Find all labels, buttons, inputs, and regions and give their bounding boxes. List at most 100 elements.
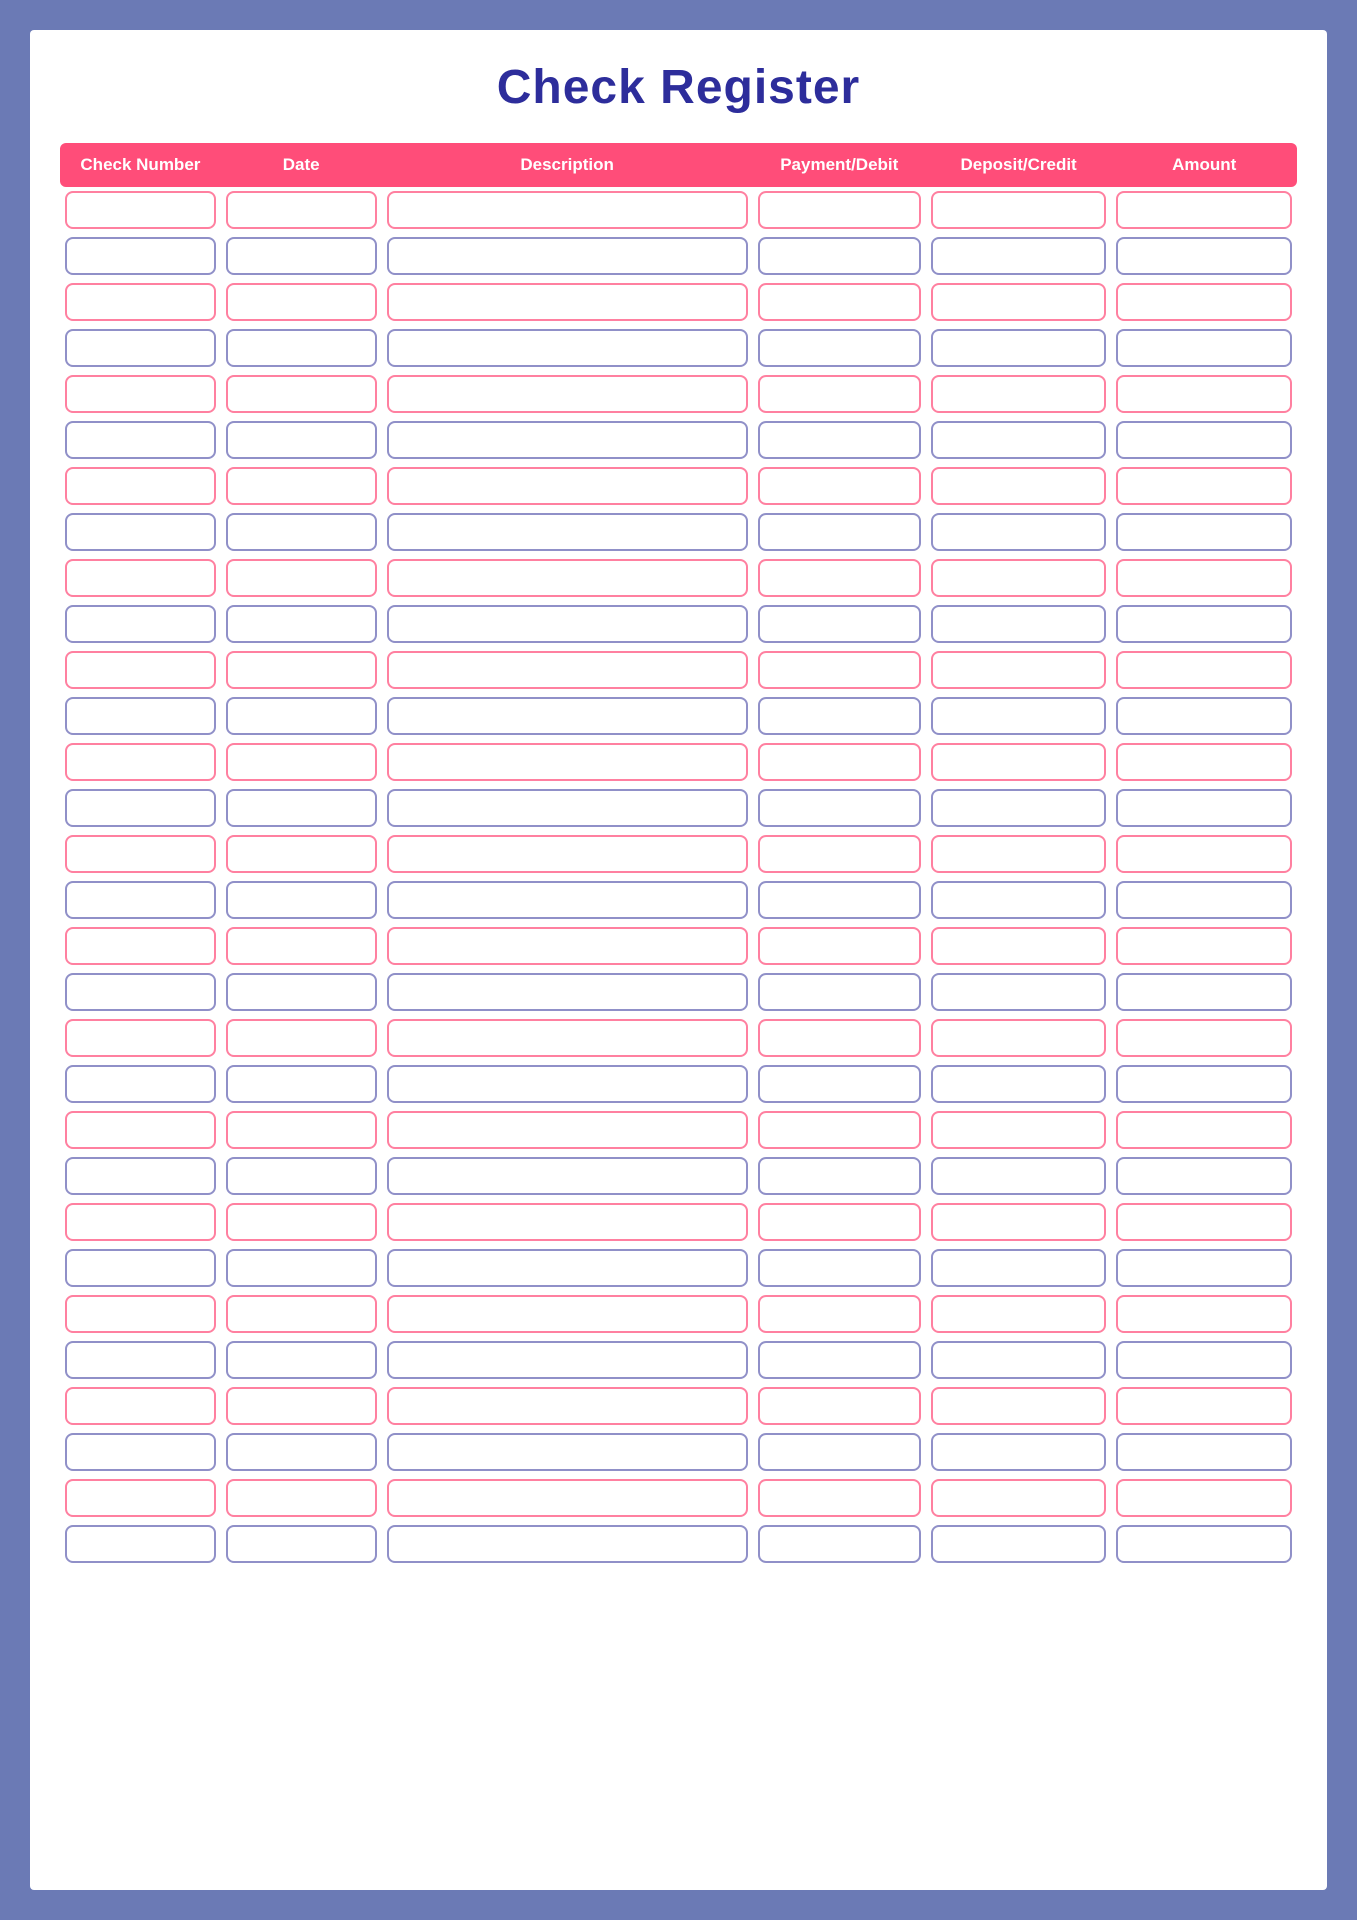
input-date[interactable] <box>226 329 377 367</box>
input-check-number[interactable] <box>65 605 216 643</box>
input-description[interactable] <box>387 421 748 459</box>
input-check-number[interactable] <box>65 927 216 965</box>
input-date[interactable] <box>226 421 377 459</box>
input-description[interactable] <box>387 789 748 827</box>
input-description[interactable] <box>387 881 748 919</box>
input-date[interactable] <box>226 375 377 413</box>
input-check-number[interactable] <box>65 789 216 827</box>
input-check-number[interactable] <box>65 743 216 781</box>
input-check-number[interactable] <box>65 513 216 551</box>
input-amount[interactable] <box>1116 559 1292 597</box>
input-deposit-credit[interactable] <box>931 1065 1107 1103</box>
input-amount[interactable] <box>1116 1341 1292 1379</box>
input-amount[interactable] <box>1116 1065 1292 1103</box>
input-date[interactable] <box>226 1111 377 1149</box>
input-deposit-credit[interactable] <box>931 973 1107 1011</box>
input-check-number[interactable] <box>65 559 216 597</box>
input-description[interactable] <box>387 835 748 873</box>
input-date[interactable] <box>226 697 377 735</box>
input-check-number[interactable] <box>65 1525 216 1563</box>
input-deposit-credit[interactable] <box>931 605 1107 643</box>
input-check-number[interactable] <box>65 1295 216 1333</box>
input-amount[interactable] <box>1116 1295 1292 1333</box>
input-amount[interactable] <box>1116 697 1292 735</box>
input-amount[interactable] <box>1116 421 1292 459</box>
input-description[interactable] <box>387 973 748 1011</box>
input-payment-debit[interactable] <box>758 513 921 551</box>
input-check-number[interactable] <box>65 1249 216 1287</box>
input-date[interactable] <box>226 743 377 781</box>
input-description[interactable] <box>387 743 748 781</box>
input-check-number[interactable] <box>65 1479 216 1517</box>
input-payment-debit[interactable] <box>758 835 921 873</box>
input-check-number[interactable] <box>65 1157 216 1195</box>
input-date[interactable] <box>226 881 377 919</box>
input-deposit-credit[interactable] <box>931 375 1107 413</box>
input-payment-debit[interactable] <box>758 421 921 459</box>
input-payment-debit[interactable] <box>758 559 921 597</box>
input-check-number[interactable] <box>65 1203 216 1241</box>
input-description[interactable] <box>387 1065 748 1103</box>
input-description[interactable] <box>387 375 748 413</box>
input-deposit-credit[interactable] <box>931 191 1107 229</box>
input-amount[interactable] <box>1116 1203 1292 1241</box>
input-date[interactable] <box>226 1065 377 1103</box>
input-date[interactable] <box>226 237 377 275</box>
input-date[interactable] <box>226 191 377 229</box>
input-deposit-credit[interactable] <box>931 421 1107 459</box>
input-amount[interactable] <box>1116 743 1292 781</box>
input-deposit-credit[interactable] <box>931 835 1107 873</box>
input-amount[interactable] <box>1116 651 1292 689</box>
input-date[interactable] <box>226 513 377 551</box>
input-deposit-credit[interactable] <box>931 881 1107 919</box>
input-payment-debit[interactable] <box>758 605 921 643</box>
input-date[interactable] <box>226 605 377 643</box>
input-check-number[interactable] <box>65 283 216 321</box>
input-check-number[interactable] <box>65 1019 216 1057</box>
input-payment-debit[interactable] <box>758 973 921 1011</box>
input-amount[interactable] <box>1116 513 1292 551</box>
input-description[interactable] <box>387 1525 748 1563</box>
input-deposit-credit[interactable] <box>931 237 1107 275</box>
input-deposit-credit[interactable] <box>931 1479 1107 1517</box>
input-payment-debit[interactable] <box>758 191 921 229</box>
input-date[interactable] <box>226 1157 377 1195</box>
input-amount[interactable] <box>1116 605 1292 643</box>
input-deposit-credit[interactable] <box>931 743 1107 781</box>
input-description[interactable] <box>387 237 748 275</box>
input-check-number[interactable] <box>65 1387 216 1425</box>
input-description[interactable] <box>387 329 748 367</box>
input-date[interactable] <box>226 927 377 965</box>
input-date[interactable] <box>226 789 377 827</box>
input-date[interactable] <box>226 1295 377 1333</box>
input-description[interactable] <box>387 697 748 735</box>
input-payment-debit[interactable] <box>758 283 921 321</box>
input-check-number[interactable] <box>65 1341 216 1379</box>
input-check-number[interactable] <box>65 421 216 459</box>
input-check-number[interactable] <box>65 651 216 689</box>
input-check-number[interactable] <box>65 1111 216 1149</box>
input-deposit-credit[interactable] <box>931 329 1107 367</box>
input-date[interactable] <box>226 1203 377 1241</box>
input-date[interactable] <box>226 467 377 505</box>
input-deposit-credit[interactable] <box>931 1203 1107 1241</box>
input-deposit-credit[interactable] <box>931 283 1107 321</box>
input-deposit-credit[interactable] <box>931 513 1107 551</box>
input-check-number[interactable] <box>65 467 216 505</box>
input-check-number[interactable] <box>65 1433 216 1471</box>
input-payment-debit[interactable] <box>758 1295 921 1333</box>
input-payment-debit[interactable] <box>758 1019 921 1057</box>
input-description[interactable] <box>387 1203 748 1241</box>
input-description[interactable] <box>387 1249 748 1287</box>
input-check-number[interactable] <box>65 237 216 275</box>
input-description[interactable] <box>387 605 748 643</box>
input-description[interactable] <box>387 467 748 505</box>
input-deposit-credit[interactable] <box>931 1433 1107 1471</box>
input-date[interactable] <box>226 1249 377 1287</box>
input-deposit-credit[interactable] <box>931 789 1107 827</box>
input-description[interactable] <box>387 1433 748 1471</box>
input-check-number[interactable] <box>65 697 216 735</box>
input-date[interactable] <box>226 1433 377 1471</box>
input-date[interactable] <box>226 1525 377 1563</box>
input-check-number[interactable] <box>65 973 216 1011</box>
